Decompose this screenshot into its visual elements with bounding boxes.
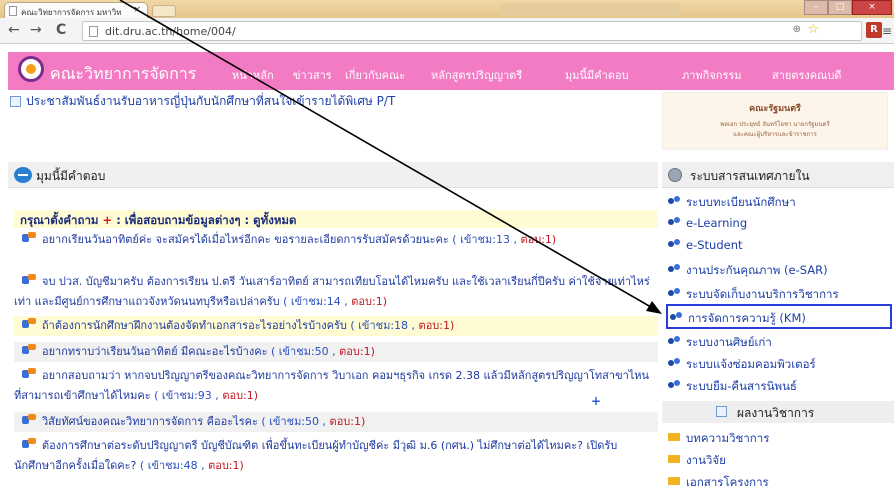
annotation-arrowhead xyxy=(646,301,662,314)
annotation-arrow xyxy=(119,0,662,314)
annotation-arrow-line xyxy=(119,0,657,311)
